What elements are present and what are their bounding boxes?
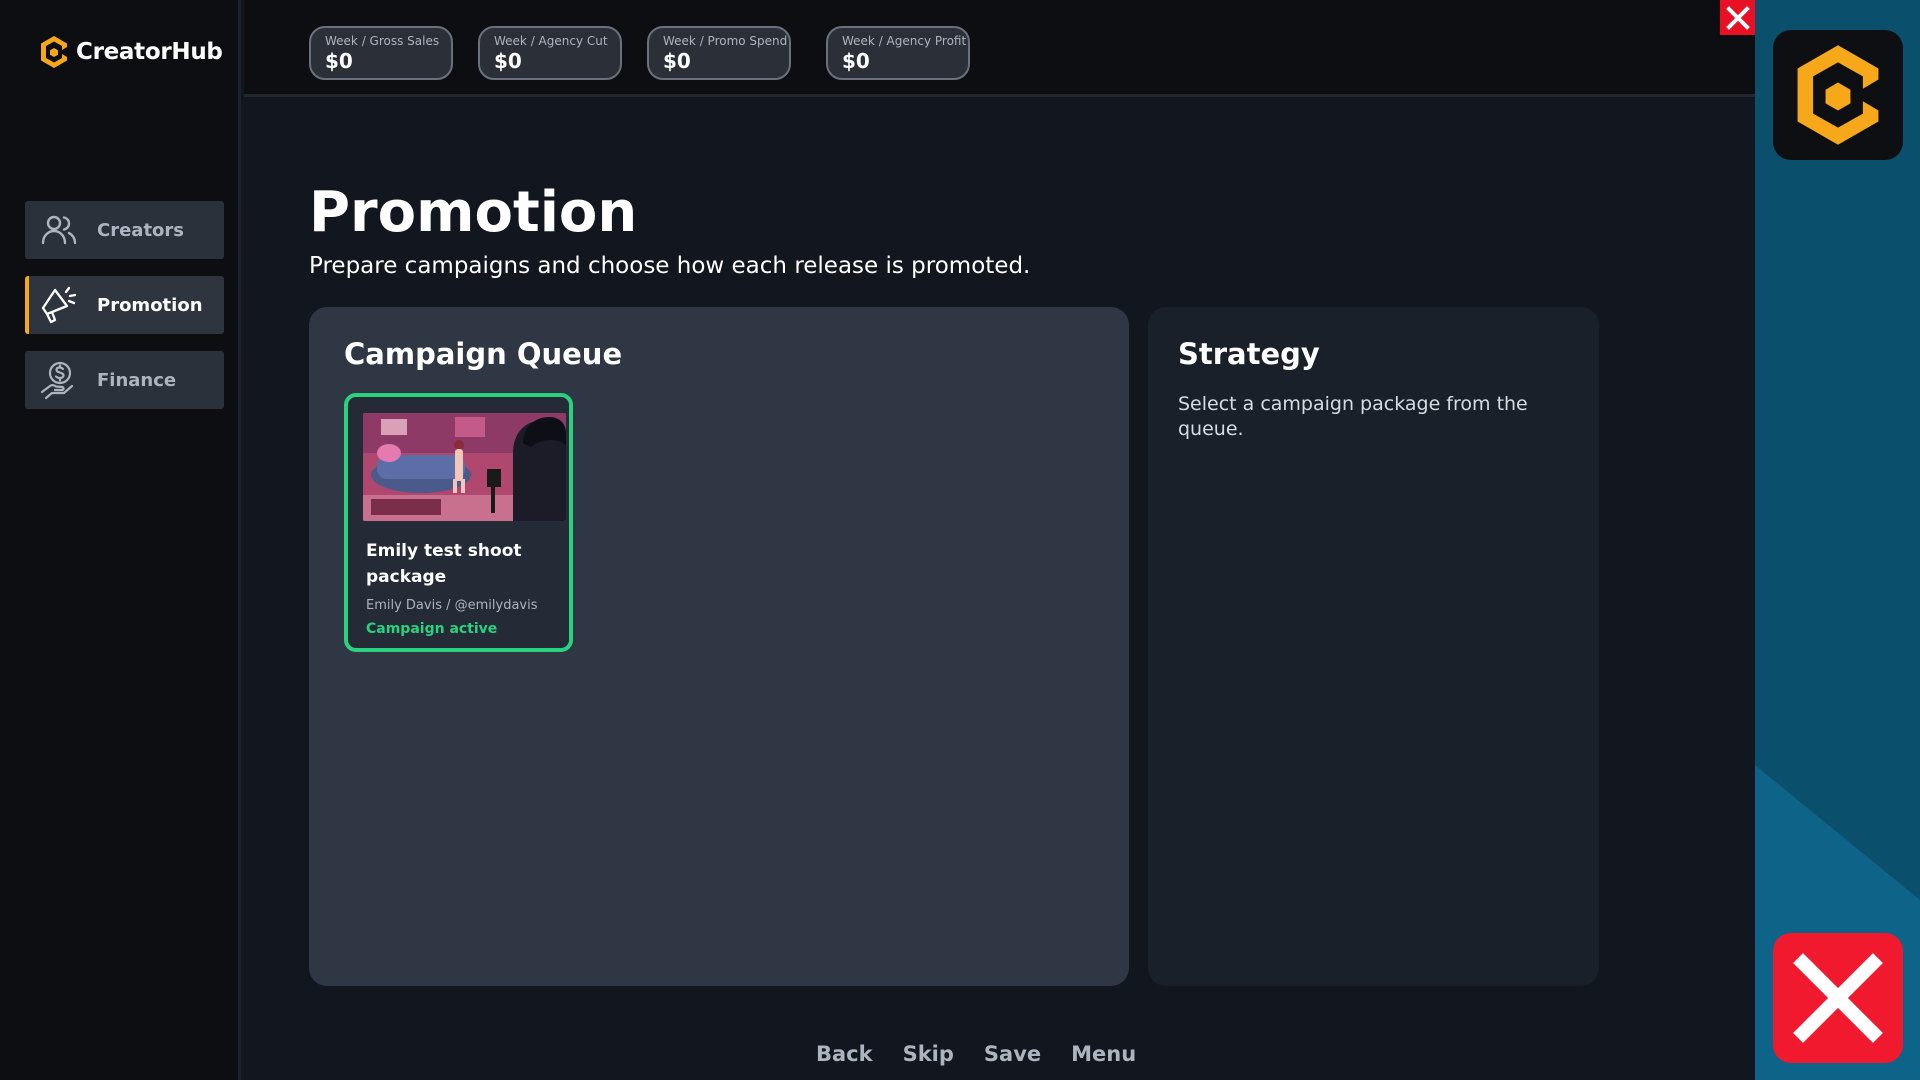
campaign-queue-title: Campaign Queue [344, 337, 623, 371]
sidebar-item-creators[interactable]: Creators [25, 201, 224, 259]
megaphone-icon [39, 285, 79, 325]
stat-label: Week / Agency Profit [842, 34, 967, 48]
campaign-thumbnail [363, 413, 566, 521]
strategy-hint: Select a campaign package from the queue… [1178, 393, 1528, 440]
app-name: CreatorHub [76, 39, 223, 65]
campaign-card-status: Campaign active [366, 621, 498, 637]
campaign-card[interactable]: Emily test shoot package Emily Davis / @… [344, 393, 573, 652]
save-button[interactable]: Save [984, 1042, 1041, 1066]
rail-background-shape [1755, 0, 1920, 1080]
stat-agency-profit: Week / Agency Profit $0 [826, 26, 970, 80]
menu-button[interactable]: Menu [1071, 1042, 1136, 1066]
stat-value: $0 [325, 49, 353, 73]
strategy-title: Strategy [1178, 337, 1320, 371]
creatorhub-logo-icon [41, 36, 67, 68]
stat-gross-sales: Week / Gross Sales $0 [309, 26, 453, 80]
stat-label: Week / Agency Cut [494, 34, 608, 48]
stats-bar: Week / Gross Sales $0 Week / Agency Cut … [244, 0, 1755, 97]
back-button[interactable]: Back [816, 1042, 873, 1066]
page-title: Promotion [309, 180, 638, 245]
sidebar: CreatorHub Creators Promotion Finance [0, 0, 241, 1080]
stat-label: Week / Promo Spend [663, 34, 788, 48]
sidebar-item-label: Finance [97, 369, 177, 391]
footer-nav: Back Skip Save Menu [816, 1042, 1136, 1066]
campaign-card-creator: Emily Davis / @emilydavis [366, 598, 538, 613]
stat-label: Week / Gross Sales [325, 34, 440, 48]
app-logo: CreatorHub [38, 34, 223, 70]
strategy-panel: Strategy Select a campaign package from … [1148, 307, 1599, 986]
stat-value: $0 [663, 49, 691, 73]
sidebar-item-promotion[interactable]: Promotion [25, 276, 224, 334]
creatorhub-logo-icon [1797, 45, 1879, 145]
stat-agency-cut: Week / Agency Cut $0 [478, 26, 622, 80]
sidebar-item-finance[interactable]: Finance [25, 351, 224, 409]
close-icon [1793, 953, 1883, 1043]
campaign-card-title: Emily test shoot package [366, 541, 522, 587]
rail-close-button[interactable] [1773, 933, 1903, 1063]
close-icon [1725, 5, 1750, 30]
campaign-queue-panel: Campaign Queue Emily test shoot package … [309, 307, 1129, 986]
rail-logo [1773, 30, 1903, 160]
stat-value: $0 [842, 49, 870, 73]
money-hand-icon [39, 360, 79, 400]
stat-promo-spend: Week / Promo Spend $0 [647, 26, 791, 80]
users-icon [39, 210, 79, 250]
skip-button[interactable]: Skip [903, 1042, 954, 1066]
stat-value: $0 [494, 49, 522, 73]
page-subtitle: Prepare campaigns and choose how each re… [309, 253, 1031, 279]
window-close-button[interactable] [1720, 0, 1755, 35]
sidebar-item-label: Promotion [97, 294, 203, 316]
sidebar-item-label: Creators [97, 219, 185, 241]
right-rail [1755, 0, 1920, 1080]
